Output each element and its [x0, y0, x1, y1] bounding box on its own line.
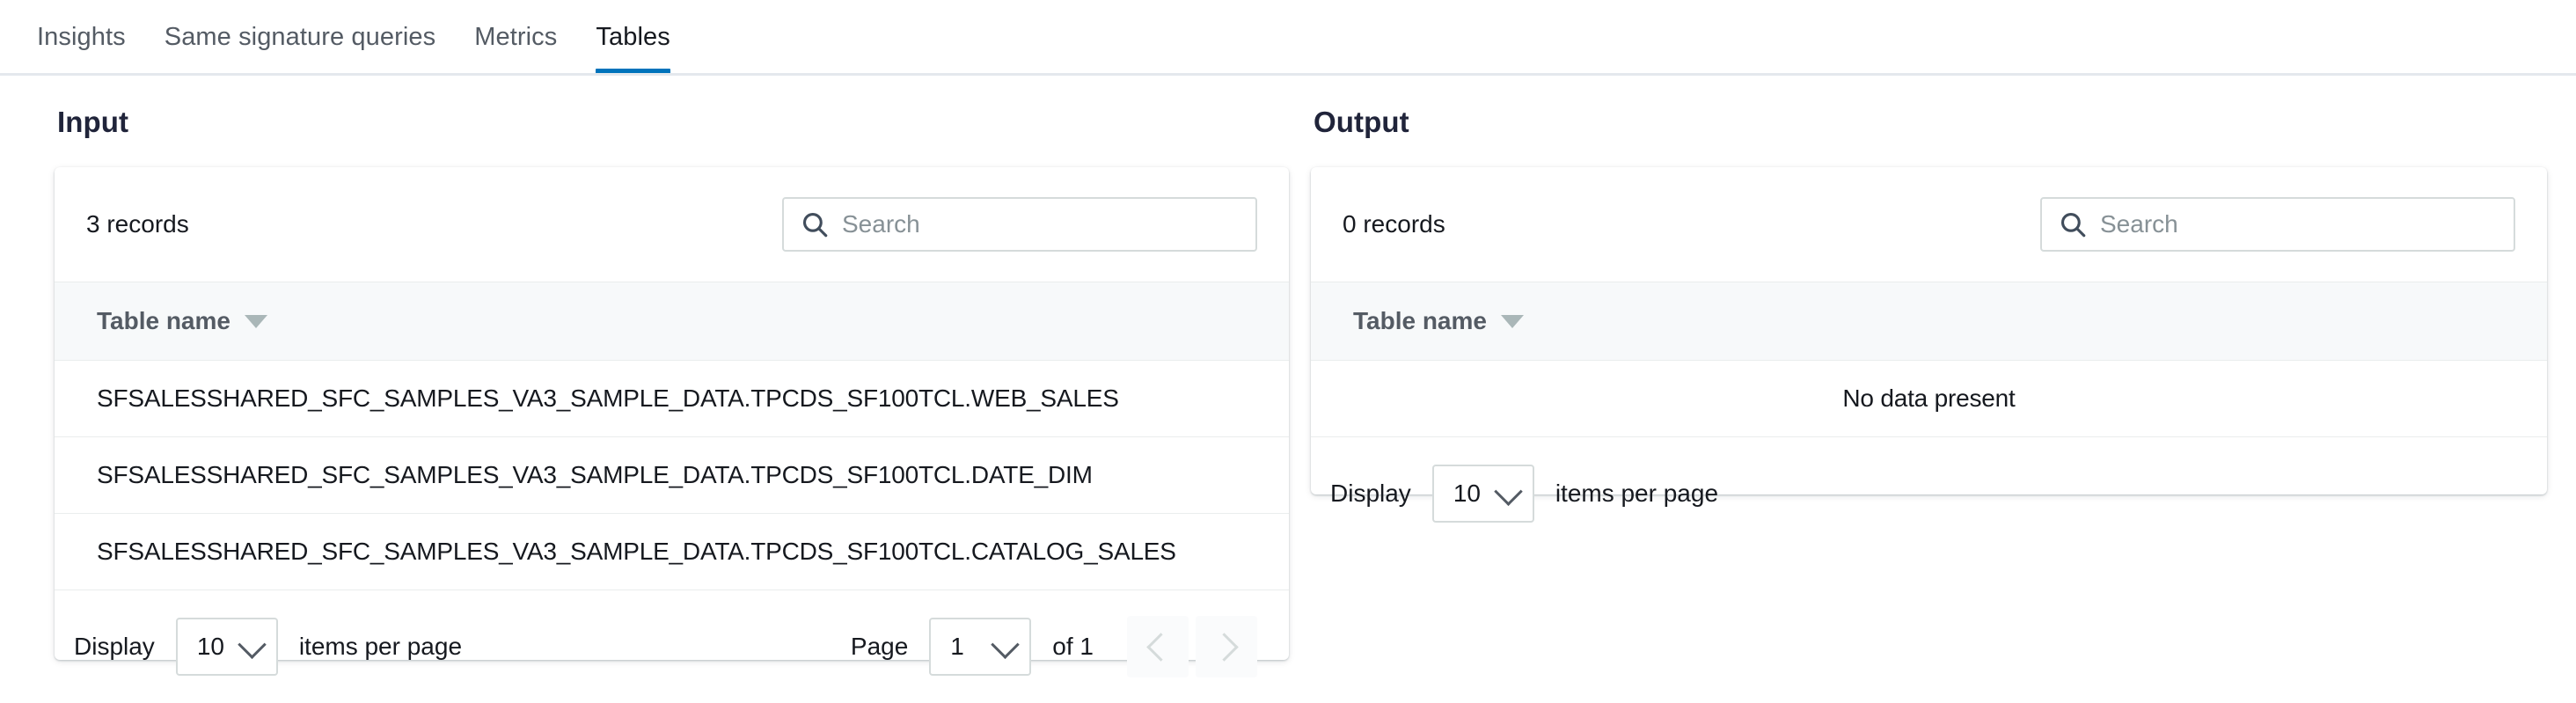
tab-insights[interactable]: Insights	[18, 0, 145, 75]
output-table-head: Table name	[1311, 282, 2547, 361]
chevron-right-icon	[1210, 633, 1239, 662]
output-section: Output 0 records Table name	[1311, 106, 2547, 494]
output-page-size-value: 10	[1434, 480, 1481, 508]
output-table-body: No data present	[1311, 361, 2547, 437]
tab-list: Insights Same signature queries Metrics …	[18, 0, 690, 75]
input-items-per-page-label: items per page	[299, 633, 462, 661]
input-table-header-row: Table name	[55, 282, 1289, 361]
chevron-left-icon	[1146, 633, 1175, 662]
chevron-down-icon	[992, 630, 1021, 659]
table-row-empty: No data present	[1311, 361, 2547, 437]
input-page-nav: Page 1 of 1	[851, 616, 1257, 677]
tab-tables-label: Tables	[596, 23, 670, 52]
output-record-count: 0 records	[1343, 210, 1445, 238]
input-section-title: Input	[55, 106, 1289, 139]
output-column-header-label: Table name	[1353, 307, 1487, 335]
tab-same-signature-queries-label: Same signature queries	[165, 23, 435, 52]
table-row[interactable]: SFSALESSHARED_SFC_SAMPLES_VA3_SAMPLE_DAT…	[55, 361, 1289, 437]
input-table-body: SFSALESSHARED_SFC_SAMPLES_VA3_SAMPLE_DAT…	[55, 361, 1289, 590]
output-display-label: Display	[1330, 480, 1411, 508]
output-search-input[interactable]	[2100, 210, 2498, 238]
input-page-select[interactable]: 1	[929, 618, 1031, 676]
output-empty-message: No data present	[1311, 361, 2547, 437]
chevron-down-icon	[1494, 477, 1523, 506]
sort-descending-icon[interactable]	[245, 315, 267, 328]
input-table-cell: SFSALESSHARED_SFC_SAMPLES_VA3_SAMPLE_DAT…	[55, 437, 1289, 514]
input-search-box[interactable]	[782, 197, 1257, 252]
output-pagination: Display 10 items per page	[1311, 437, 2547, 550]
tab-metrics-label: Metrics	[474, 23, 557, 52]
tab-metrics[interactable]: Metrics	[455, 0, 576, 75]
input-table-cell: SFSALESSHARED_SFC_SAMPLES_VA3_SAMPLE_DAT…	[55, 514, 1289, 590]
output-table-header-row: Table name	[1311, 282, 2547, 361]
input-section: Input 3 records Table name	[55, 106, 1289, 660]
search-icon	[2058, 209, 2088, 239]
input-display-label: Display	[74, 633, 155, 661]
input-page-total-label: of 1	[1052, 633, 1094, 661]
table-row[interactable]: SFSALESSHARED_SFC_SAMPLES_VA3_SAMPLE_DAT…	[55, 437, 1289, 514]
output-toolbar: 0 records	[1311, 167, 2547, 282]
input-pagination: Display 10 items per page Page 1 of 1	[55, 590, 1289, 703]
input-table-head: Table name	[55, 282, 1289, 361]
input-column-table-name[interactable]: Table name	[55, 282, 1289, 361]
input-prev-page-button[interactable]	[1127, 616, 1189, 677]
input-record-count: 3 records	[86, 210, 189, 238]
output-panel: 0 records Table name	[1311, 167, 2547, 494]
search-icon	[800, 209, 830, 239]
input-toolbar: 3 records	[55, 167, 1289, 282]
tab-bar-divider	[0, 73, 2576, 76]
input-table: Table name SFSALESSHARED_SFC_SAMPLES_VA3…	[55, 282, 1289, 590]
tab-same-signature-queries[interactable]: Same signature queries	[145, 0, 455, 75]
input-page-label: Page	[851, 633, 908, 661]
output-search-box[interactable]	[2040, 197, 2515, 252]
input-search-input[interactable]	[842, 210, 1240, 238]
output-page-size-select[interactable]: 10	[1432, 465, 1534, 523]
input-column-header-label: Table name	[97, 307, 231, 335]
tab-bar: Insights Same signature queries Metrics …	[0, 0, 2576, 76]
table-row[interactable]: SFSALESSHARED_SFC_SAMPLES_VA3_SAMPLE_DAT…	[55, 514, 1289, 590]
input-next-page-button[interactable]	[1196, 616, 1257, 677]
input-table-cell: SFSALESSHARED_SFC_SAMPLES_VA3_SAMPLE_DAT…	[55, 361, 1289, 437]
chevron-down-icon	[238, 630, 267, 659]
tab-tables[interactable]: Tables	[576, 0, 689, 75]
tab-insights-label: Insights	[37, 23, 126, 52]
output-table: Table name No data present	[1311, 282, 2547, 437]
output-items-per-page-label: items per page	[1555, 480, 1718, 508]
input-panel: 3 records Table name	[55, 167, 1289, 660]
input-page-size-select[interactable]: 10	[176, 618, 278, 676]
output-section-title: Output	[1311, 106, 2547, 139]
input-page-value: 1	[931, 633, 964, 661]
input-page-size-value: 10	[178, 633, 224, 661]
sort-descending-icon[interactable]	[1501, 315, 1524, 328]
output-column-table-name[interactable]: Table name	[1311, 282, 2547, 361]
